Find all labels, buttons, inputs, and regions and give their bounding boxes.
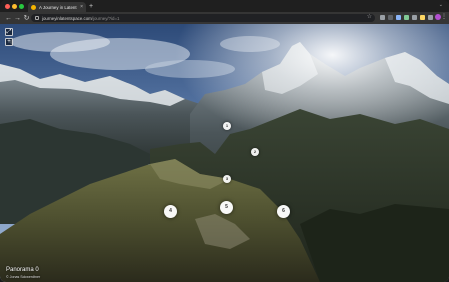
tab-title: A Journey in Latent Space [39, 4, 78, 10]
back-button[interactable]: ← [4, 14, 13, 23]
photo-credit: © Jonas Sckwerdtner [6, 275, 41, 279]
maximize-window-icon[interactable] [19, 4, 24, 9]
hotspot-marker[interactable]: 4 [164, 205, 177, 218]
sidebar-icon[interactable] [428, 15, 433, 20]
reload-button[interactable]: ↻ [22, 14, 31, 23]
hotspot-marker[interactable]: 6 [277, 205, 290, 218]
close-window-icon[interactable] [5, 4, 10, 9]
panorama-viewer[interactable]: ⤢ + 1 2 3 4 5 6 Panorama 0 © Jonas Sckwe… [0, 24, 449, 282]
extension-icon[interactable] [388, 15, 393, 20]
active-tab[interactable]: A Journey in Latent Space × [28, 2, 86, 12]
hotspot-marker[interactable]: 2 [251, 148, 259, 156]
extension-icon[interactable] [380, 15, 385, 20]
hotspot-marker[interactable]: 1 [223, 122, 231, 130]
fullscreen-button[interactable]: ⤢ [5, 28, 13, 36]
forward-button[interactable]: → [13, 14, 22, 23]
zoom-in-button[interactable]: + [5, 38, 13, 46]
browser-window: A Journey in Latent Space × + ⌄ ← → ↻ jo… [0, 0, 449, 282]
extension-icon[interactable] [420, 15, 425, 20]
lock-icon [35, 16, 39, 20]
new-tab-button[interactable]: + [89, 2, 93, 11]
hotspot-marker[interactable]: 5 [220, 201, 233, 214]
favicon-icon [31, 4, 36, 10]
mountain-panorama-image[interactable] [0, 24, 449, 282]
extension-icon[interactable] [404, 15, 409, 20]
minimize-window-icon[interactable] [12, 4, 17, 9]
extension-icon[interactable] [412, 15, 417, 20]
url-path: /journey/?id=1 [91, 15, 120, 21]
url-host: journeyinlatentspace.com [42, 15, 92, 21]
url-text: journeyinlatentspace.com/journey/?id=1 [42, 16, 120, 21]
extension-icon[interactable] [396, 15, 401, 20]
hotspot-marker[interactable]: 3 [223, 175, 231, 183]
panorama-title: Panorama 0 [6, 267, 39, 273]
tab-search-icon[interactable]: ⌄ [439, 2, 443, 8]
bookmark-star-icon[interactable]: ☆ [367, 13, 372, 20]
tab-close-icon[interactable]: × [80, 4, 83, 10]
tab-bar: A Journey in Latent Space × + ⌄ [0, 0, 449, 12]
address-bar[interactable]: journeyinlatentspace.com/journey/?id=1 ☆ [31, 14, 375, 22]
browser-menu-icon[interactable]: ⋮ [441, 13, 447, 20]
